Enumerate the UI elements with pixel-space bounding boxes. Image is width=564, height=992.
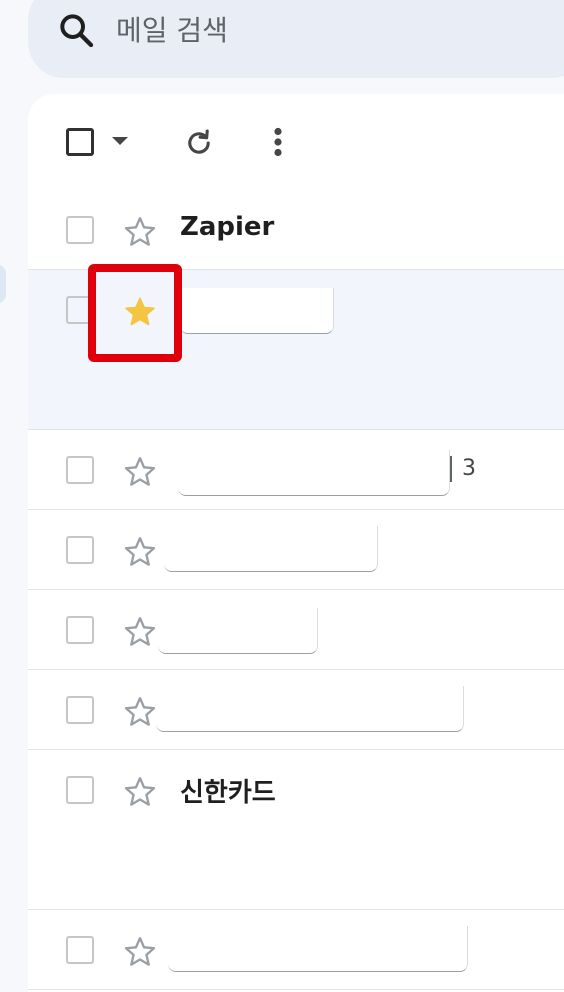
row-checkbox[interactable]: [66, 536, 94, 564]
mail-row[interactable]: [28, 510, 564, 590]
mail-row[interactable]: [28, 670, 564, 750]
sender-name: 신한카드: [180, 778, 276, 808]
sender-field: [178, 450, 450, 496]
more-vert-icon[interactable]: [268, 124, 288, 160]
mail-row[interactable]: [28, 590, 564, 670]
sender-name: Zapier: [180, 212, 275, 242]
star-outline-icon[interactable]: [122, 774, 158, 810]
star-outline-icon[interactable]: [122, 694, 158, 730]
select-all-checkbox[interactable]: [66, 128, 94, 156]
mail-row[interactable]: Zapier: [28, 190, 564, 270]
sender-field: [180, 288, 334, 334]
row-checkbox[interactable]: [66, 216, 94, 244]
row-checkbox[interactable]: [66, 776, 94, 804]
refresh-icon[interactable]: [182, 126, 216, 160]
mail-row-selected[interactable]: [28, 270, 564, 430]
row-checkbox[interactable]: [66, 936, 94, 964]
thread-count: 3: [462, 456, 476, 481]
star-outline-icon[interactable]: [122, 454, 158, 490]
row-checkbox[interactable]: [66, 456, 94, 484]
sender-field: [164, 526, 378, 572]
row-checkbox[interactable]: [66, 616, 94, 644]
caret-down-icon[interactable]: [112, 137, 128, 145]
sender-field: [168, 926, 468, 972]
star-outline-icon[interactable]: [122, 534, 158, 570]
gmail-inbox: Zapier 3: [0, 0, 564, 992]
left-rail-indicator: [0, 264, 6, 304]
row-checkbox[interactable]: [66, 296, 94, 324]
sender-field: [158, 608, 318, 654]
count-divider: [450, 456, 452, 482]
star-outline-icon[interactable]: [122, 214, 158, 250]
mail-row[interactable]: 신한카드: [28, 750, 564, 910]
row-checkbox[interactable]: [66, 696, 94, 724]
star-outline-icon[interactable]: [122, 614, 158, 650]
sender-field: [156, 686, 464, 732]
search-icon[interactable]: [56, 10, 96, 50]
star-filled-icon[interactable]: [122, 294, 158, 330]
star-outline-icon[interactable]: [122, 934, 158, 970]
search-input[interactable]: [116, 8, 536, 52]
mail-list-panel: Zapier 3 신한카드: [28, 94, 564, 992]
mail-row[interactable]: [28, 910, 564, 990]
mail-row[interactable]: 3: [28, 430, 564, 510]
